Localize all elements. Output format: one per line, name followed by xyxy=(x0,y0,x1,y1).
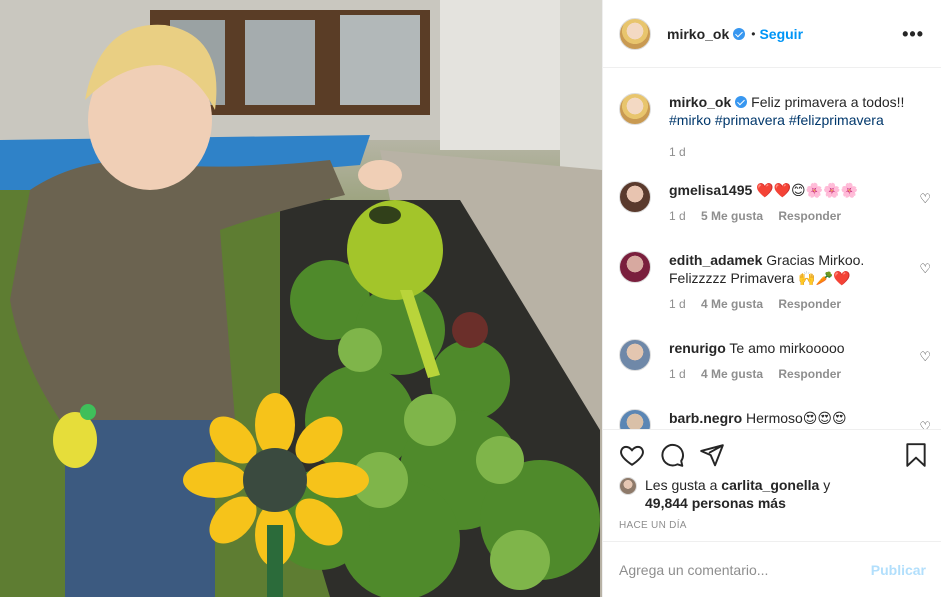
liked-by-prefix: Les gusta a xyxy=(645,477,718,493)
action-icons xyxy=(619,442,929,470)
caption-row: mirko_ok Feliz primavera a todos!! #mirk… xyxy=(619,93,929,161)
comment-username[interactable]: renurigo xyxy=(669,340,726,356)
caption-hashtags[interactable]: #mirko #primavera #felizprimavera xyxy=(669,111,909,129)
reply-button[interactable]: Responder xyxy=(778,297,841,311)
like-comment-heart-icon[interactable]: ♡ xyxy=(919,419,931,429)
like-comment-heart-icon[interactable]: ♡ xyxy=(919,191,931,207)
share-icon[interactable] xyxy=(699,442,725,468)
heart-icon[interactable] xyxy=(619,442,645,468)
comment-avatar[interactable] xyxy=(619,251,651,283)
comment-text: Hermoso😍😍😍 xyxy=(746,410,847,426)
author-username[interactable]: mirko_ok xyxy=(667,26,729,42)
comment-row: barb.negro Hermoso😍😍😍 ♡ xyxy=(619,409,931,429)
comment-likes[interactable]: 4 Me gusta xyxy=(701,367,763,381)
caption-username[interactable]: mirko_ok xyxy=(669,94,731,110)
comment-row: gmelisa1495 ❤️❤️😊🌸🌸🌸 1 d 5 Me gusta Resp… xyxy=(619,181,931,225)
post-side-panel: mirko_ok • Seguir ••• mirko_ok Feliz pri… xyxy=(602,0,941,597)
caption-avatar[interactable] xyxy=(619,93,651,125)
likes-summary: Les gusta a carlita_gonella y 49,844 per… xyxy=(619,476,919,512)
comment-meta: 1 d 4 Me gusta Responder xyxy=(669,295,909,313)
more-options-icon[interactable]: ••• xyxy=(902,24,924,45)
caption-time[interactable]: 1 d xyxy=(669,145,686,159)
post-photo[interactable] xyxy=(0,0,602,597)
instagram-post: mirko_ok • Seguir ••• mirko_ok Feliz pri… xyxy=(0,0,941,597)
liked-by-user[interactable]: carlita_gonella xyxy=(721,477,819,493)
comment-avatar[interactable] xyxy=(619,181,651,213)
comments-list[interactable]: mirko_ok Feliz primavera a todos!! #mirk… xyxy=(603,69,941,429)
author-avatar[interactable] xyxy=(619,17,651,50)
caption-body: mirko_ok Feliz primavera a todos!! #mirk… xyxy=(669,93,909,161)
comment-text: Te amo mirkooooo xyxy=(729,340,845,356)
comment-avatar[interactable] xyxy=(619,409,651,429)
comment-input[interactable] xyxy=(619,561,859,578)
liker-avatar[interactable] xyxy=(619,477,637,495)
comment-avatar[interactable] xyxy=(619,339,651,371)
comment-row: renurigo Te amo mirkooooo 1 d 4 Me gusta… xyxy=(619,339,931,383)
comment-body: renurigo Te amo mirkooooo 1 d 4 Me gusta… xyxy=(669,339,909,383)
comment-username[interactable]: edith_adamek xyxy=(669,252,762,268)
add-comment-bar: Publicar xyxy=(603,541,941,597)
comment-meta: 1 d 5 Me gusta Responder xyxy=(669,207,909,225)
likes-text: Les gusta a carlita_gonella y 49,844 per… xyxy=(645,476,830,512)
comment-username[interactable]: gmelisa1495 xyxy=(669,182,752,198)
verified-badge-icon xyxy=(735,96,748,108)
photo-illustration xyxy=(0,0,602,597)
verified-badge-icon xyxy=(733,27,746,40)
like-comment-heart-icon[interactable]: ♡ xyxy=(919,349,931,365)
comment-time[interactable]: 1 d xyxy=(669,297,686,311)
post-actions: Les gusta a carlita_gonella y 49,844 per… xyxy=(603,429,941,541)
comment-body: barb.negro Hermoso😍😍😍 xyxy=(669,409,909,429)
post-header: mirko_ok • Seguir ••• xyxy=(603,0,941,68)
caption-meta: 1 d xyxy=(669,143,909,161)
header-separator: • xyxy=(751,26,756,41)
comment-time[interactable]: 1 d xyxy=(669,209,686,223)
reply-button[interactable]: Responder xyxy=(778,209,841,223)
comment-text: ❤️❤️😊🌸🌸🌸 xyxy=(756,182,858,198)
comment-body: edith_adamek Gracias Mirkoo. Felizzzzz P… xyxy=(669,251,909,313)
comment-meta: 1 d 4 Me gusta Responder xyxy=(669,365,909,383)
liked-by-suffix: y xyxy=(823,477,831,493)
comment-icon[interactable] xyxy=(659,442,685,468)
publish-button[interactable]: Publicar xyxy=(871,562,926,578)
follow-button[interactable]: Seguir xyxy=(759,26,803,42)
comment-username[interactable]: barb.negro xyxy=(669,410,742,426)
others-count[interactable]: 49,844 personas más xyxy=(645,495,786,511)
comment-time[interactable]: 1 d xyxy=(669,367,686,381)
comment-row: edith_adamek Gracias Mirkoo. Felizzzzz P… xyxy=(619,251,931,313)
posted-time[interactable]: HACE UN DÍA xyxy=(619,520,687,531)
caption-text: Feliz primavera a todos!! xyxy=(751,94,905,110)
comment-likes[interactable]: 5 Me gusta xyxy=(701,209,763,223)
bookmark-icon[interactable] xyxy=(903,442,929,468)
like-comment-heart-icon[interactable]: ♡ xyxy=(919,261,931,277)
comment-likes[interactable]: 4 Me gusta xyxy=(701,297,763,311)
comment-body: gmelisa1495 ❤️❤️😊🌸🌸🌸 1 d 5 Me gusta Resp… xyxy=(669,181,909,225)
reply-button[interactable]: Responder xyxy=(778,367,841,381)
